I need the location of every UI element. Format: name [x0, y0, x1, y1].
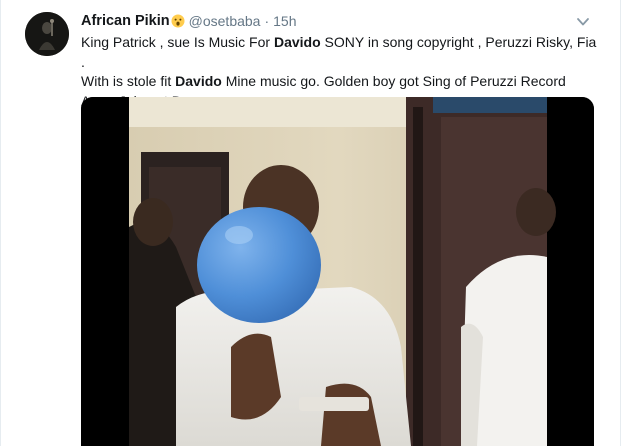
- timestamp[interactable]: 15h: [273, 13, 296, 29]
- tweet-text-line: With is stole fit Davido Mine music go. …: [81, 72, 601, 92]
- mention-highlight[interactable]: Davido: [175, 73, 222, 89]
- user-handle[interactable]: @osetbaba: [189, 13, 261, 29]
- text-segment: Mine music go. Golden boy got Sing of Pe…: [221, 73, 566, 89]
- tweet-video[interactable]: [81, 97, 594, 446]
- tweet-card[interactable]: African Pikin @osetbaba · 15h King Patri…: [0, 0, 621, 446]
- text-segment: With is stole fit: [81, 73, 176, 89]
- tweet-header: African Pikin @osetbaba · 15h: [81, 11, 580, 31]
- tweet-text-line: King Patrick , sue Is Music For Davido S…: [81, 33, 601, 72]
- chevron-down-icon[interactable]: [576, 15, 590, 27]
- video-frame: [81, 97, 594, 446]
- surprised-face-emoji-icon: [171, 14, 185, 28]
- avatar-image: [25, 12, 69, 56]
- text-segment: King Patrick , sue Is Music For: [81, 34, 274, 50]
- mention-highlight[interactable]: Davido: [274, 34, 321, 50]
- display-name[interactable]: African Pikin: [81, 13, 170, 29]
- avatar[interactable]: [25, 12, 69, 56]
- separator-dot: ·: [264, 13, 270, 29]
